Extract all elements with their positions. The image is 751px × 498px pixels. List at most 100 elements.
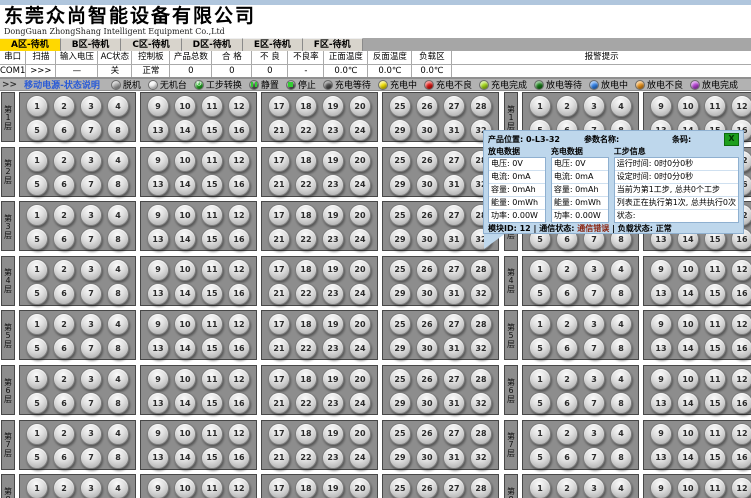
battery-cell[interactable]: 29 xyxy=(389,228,411,250)
battery-cell[interactable]: 9 xyxy=(650,95,672,117)
battery-cell[interactable]: 28 xyxy=(470,313,492,335)
battery-cell[interactable]: 1 xyxy=(26,423,48,445)
battery-cell[interactable]: 9 xyxy=(147,368,169,390)
battery-cell[interactable]: 6 xyxy=(556,337,578,359)
battery-cell[interactable]: 8 xyxy=(107,392,129,414)
battery-cell[interactable]: 28 xyxy=(470,423,492,445)
battery-cell[interactable]: 10 xyxy=(174,368,196,390)
battery-cell[interactable]: 9 xyxy=(147,259,169,281)
battery-cell[interactable]: 4 xyxy=(107,150,129,172)
battery-cell[interactable]: 7 xyxy=(80,392,102,414)
battery-cell[interactable]: 19 xyxy=(322,95,344,117)
battery-cell[interactable]: 9 xyxy=(147,423,169,445)
battery-cell[interactable]: 7 xyxy=(80,447,102,469)
battery-cell[interactable]: 3 xyxy=(583,368,605,390)
battery-cell[interactable]: 20 xyxy=(349,477,371,498)
battery-cell[interactable]: 22 xyxy=(295,119,317,141)
battery-cell[interactable]: 3 xyxy=(80,150,102,172)
battery-cell[interactable]: 2 xyxy=(556,95,578,117)
battery-cell[interactable]: 12 xyxy=(731,423,751,445)
battery-cell[interactable]: 10 xyxy=(174,477,196,498)
battery-cell[interactable]: 9 xyxy=(650,259,672,281)
battery-cell[interactable]: 12 xyxy=(228,95,250,117)
battery-cell[interactable]: 29 xyxy=(389,392,411,414)
battery-cell[interactable]: 27 xyxy=(443,477,465,498)
battery-cell[interactable]: 32 xyxy=(470,392,492,414)
popup-close-button[interactable]: X xyxy=(724,133,739,146)
battery-cell[interactable]: 26 xyxy=(416,259,438,281)
battery-cell[interactable]: 11 xyxy=(704,95,726,117)
battery-cell[interactable]: 3 xyxy=(80,477,102,498)
battery-cell[interactable]: 16 xyxy=(228,337,250,359)
battery-cell[interactable]: 3 xyxy=(80,95,102,117)
battery-cell[interactable]: 3 xyxy=(80,423,102,445)
battery-cell[interactable]: 2 xyxy=(53,150,75,172)
battery-cell[interactable]: 2 xyxy=(53,95,75,117)
battery-cell[interactable]: 18 xyxy=(295,95,317,117)
battery-cell[interactable]: 1 xyxy=(26,204,48,226)
battery-cell[interactable]: 23 xyxy=(322,283,344,305)
battery-cell[interactable]: 4 xyxy=(107,204,129,226)
battery-cell[interactable]: 11 xyxy=(704,477,726,498)
battery-cell[interactable]: 15 xyxy=(704,392,726,414)
battery-cell[interactable]: 7 xyxy=(583,392,605,414)
battery-cell[interactable]: 17 xyxy=(268,368,290,390)
battery-cell[interactable]: 19 xyxy=(322,368,344,390)
battery-cell[interactable]: 18 xyxy=(295,150,317,172)
battery-cell[interactable]: 21 xyxy=(268,337,290,359)
battery-cell[interactable]: 17 xyxy=(268,259,290,281)
battery-cell[interactable]: 13 xyxy=(147,447,169,469)
battery-cell[interactable]: 15 xyxy=(201,392,223,414)
battery-cell[interactable]: 15 xyxy=(201,174,223,196)
battery-cell[interactable]: 22 xyxy=(295,447,317,469)
battery-cell[interactable]: 25 xyxy=(389,150,411,172)
battery-cell[interactable]: 9 xyxy=(147,204,169,226)
battery-cell[interactable]: 15 xyxy=(704,447,726,469)
battery-cell[interactable]: 1 xyxy=(529,95,551,117)
battery-cell[interactable]: 16 xyxy=(731,392,751,414)
battery-cell[interactable]: 4 xyxy=(107,95,129,117)
battery-cell[interactable]: 8 xyxy=(107,174,129,196)
battery-cell[interactable]: 10 xyxy=(677,423,699,445)
battery-cell[interactable]: 3 xyxy=(583,423,605,445)
battery-cell[interactable]: 23 xyxy=(322,447,344,469)
battery-cell[interactable]: 4 xyxy=(107,477,129,498)
battery-cell[interactable]: 20 xyxy=(349,368,371,390)
battery-cell[interactable]: 19 xyxy=(322,423,344,445)
battery-cell[interactable]: 26 xyxy=(416,204,438,226)
battery-cell[interactable]: 12 xyxy=(731,368,751,390)
battery-cell[interactable]: 23 xyxy=(322,119,344,141)
battery-cell[interactable]: 31 xyxy=(443,174,465,196)
battery-cell[interactable]: 8 xyxy=(610,392,632,414)
battery-cell[interactable]: 14 xyxy=(174,392,196,414)
battery-cell[interactable]: 8 xyxy=(610,337,632,359)
battery-cell[interactable]: 24 xyxy=(349,337,371,359)
battery-cell[interactable]: 13 xyxy=(147,337,169,359)
battery-cell[interactable]: 14 xyxy=(677,447,699,469)
battery-cell[interactable]: 1 xyxy=(529,259,551,281)
battery-cell[interactable]: 13 xyxy=(147,174,169,196)
battery-cell[interactable]: 14 xyxy=(677,337,699,359)
battery-cell[interactable]: 20 xyxy=(349,423,371,445)
battery-cell[interactable]: 11 xyxy=(704,423,726,445)
battery-cell[interactable]: 12 xyxy=(731,95,751,117)
battery-cell[interactable]: 14 xyxy=(174,447,196,469)
battery-cell[interactable]: 25 xyxy=(389,204,411,226)
battery-cell[interactable]: 8 xyxy=(107,119,129,141)
battery-cell[interactable]: 14 xyxy=(174,283,196,305)
battery-cell[interactable]: 12 xyxy=(228,259,250,281)
battery-cell[interactable]: 16 xyxy=(731,447,751,469)
battery-cell[interactable]: 13 xyxy=(650,283,672,305)
battery-cell[interactable]: 2 xyxy=(556,368,578,390)
battery-cell[interactable]: 29 xyxy=(389,447,411,469)
battery-cell[interactable]: 2 xyxy=(53,477,75,498)
battery-cell[interactable]: 6 xyxy=(556,392,578,414)
battery-cell[interactable]: 2 xyxy=(53,423,75,445)
battery-cell[interactable]: 14 xyxy=(174,119,196,141)
battery-cell[interactable]: 12 xyxy=(731,313,751,335)
battery-cell[interactable]: 6 xyxy=(53,228,75,250)
battery-cell[interactable]: 19 xyxy=(322,313,344,335)
battery-cell[interactable]: 26 xyxy=(416,150,438,172)
battery-cell[interactable]: 14 xyxy=(174,174,196,196)
battery-cell[interactable]: 9 xyxy=(147,150,169,172)
